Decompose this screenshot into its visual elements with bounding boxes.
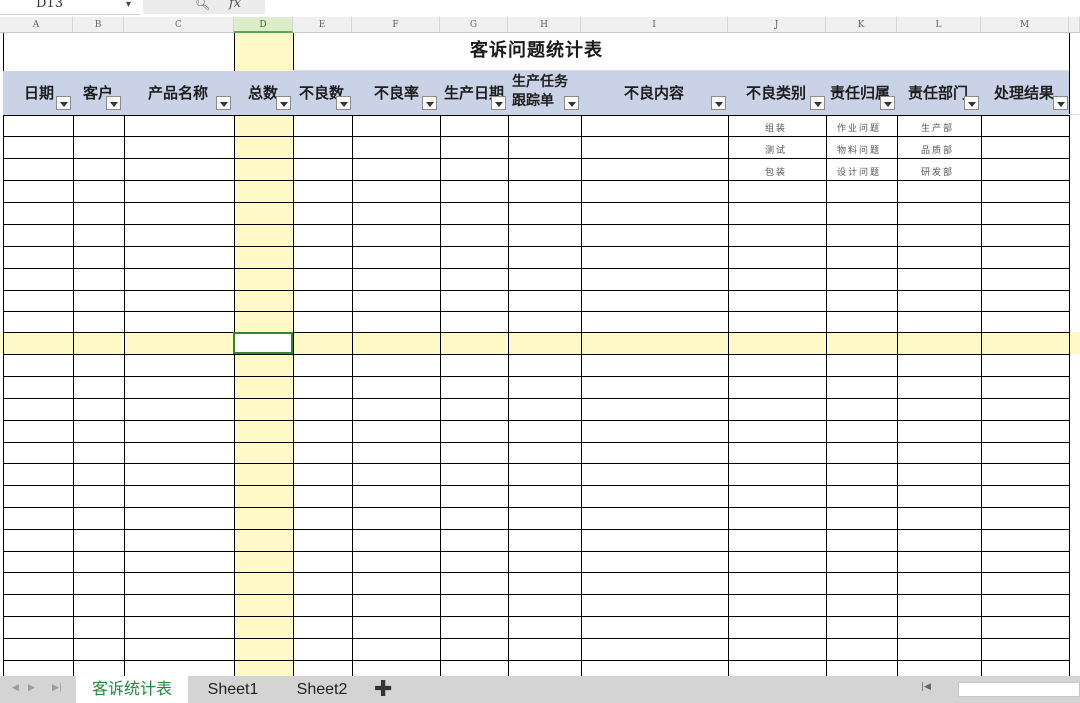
sheet-tab-3[interactable]: Sheet2 xyxy=(277,676,367,703)
column-header-d[interactable]: D xyxy=(234,17,293,33)
row-border xyxy=(3,354,1069,355)
row-border xyxy=(3,507,1069,508)
sheet-tab-2[interactable]: Sheet1 xyxy=(190,676,276,703)
row-border xyxy=(3,638,1069,639)
row-border xyxy=(3,594,1069,595)
row-border xyxy=(3,311,1069,312)
column-border xyxy=(981,71,982,676)
filter-dropdown-icon[interactable] xyxy=(276,96,291,110)
header-label-a: 日期 xyxy=(24,84,55,102)
scroll-left-icon[interactable]: |◀ xyxy=(921,682,931,692)
header-label-f: 不良率 xyxy=(374,84,420,102)
header-label-l: 责任部门 xyxy=(908,84,969,102)
column-border xyxy=(73,71,74,676)
filter-dropdown-icon[interactable] xyxy=(564,96,579,110)
column-header-h[interactable]: H xyxy=(508,17,581,33)
column-border xyxy=(728,71,729,676)
filter-dropdown-icon[interactable] xyxy=(810,96,825,110)
column-border xyxy=(440,71,441,676)
prev-sheet-icon[interactable]: ▶ xyxy=(28,683,35,693)
column-header-g[interactable]: G xyxy=(440,17,508,33)
column-header-i[interactable]: I xyxy=(581,17,728,33)
header-cell-i[interactable]: 不良内容 xyxy=(581,71,728,115)
sheet-tab-bar: ◀ ▶ ▶| 客诉统计表 Sheet1 Sheet2 ✚ |◀ xyxy=(0,676,1080,703)
row-border xyxy=(3,463,1069,464)
row-border xyxy=(3,158,1069,159)
header-label-j: 不良类别 xyxy=(746,84,807,102)
header-label-m: 处理结果 xyxy=(994,84,1055,102)
row-border xyxy=(3,572,1069,573)
row-border xyxy=(3,202,1069,203)
responsibility-item[interactable]: 物料问题 xyxy=(837,143,881,156)
responsibility-item[interactable]: 设计问题 xyxy=(837,165,881,178)
column-border xyxy=(897,71,898,676)
first-sheet-icon[interactable]: ◀ xyxy=(12,683,19,693)
responsibility-item[interactable]: 作业问题 xyxy=(837,121,881,134)
sheet-tab-1[interactable]: 客诉统计表 xyxy=(76,676,188,703)
row-border xyxy=(3,485,1069,486)
row-border xyxy=(3,551,1069,552)
filter-dropdown-icon[interactable] xyxy=(422,96,437,110)
column-header-b[interactable]: B xyxy=(73,17,124,33)
spreadsheet-grid[interactable]: ABCDEFGHIJKLM 客诉问题统计表 日期 客户 产品名称 总数 不良数 不良率 生产… xyxy=(0,0,1080,676)
department-item[interactable]: 品质部 xyxy=(921,143,954,156)
row-border xyxy=(3,268,1069,269)
last-sheet-icon[interactable]: ▶| xyxy=(52,683,62,693)
column-border xyxy=(352,71,353,676)
filter-dropdown-icon[interactable] xyxy=(491,96,506,110)
column-border xyxy=(124,71,125,676)
row-border xyxy=(3,616,1069,617)
selected-row-highlight xyxy=(0,332,1080,354)
row-border xyxy=(3,246,1069,247)
horizontal-scrollbar[interactable] xyxy=(958,682,1080,697)
header-label-c: 产品名称 xyxy=(148,84,209,102)
defect-category-item[interactable]: 包装 xyxy=(765,165,787,178)
column-border xyxy=(581,71,582,676)
row-border xyxy=(3,224,1069,225)
column-header-f[interactable]: F xyxy=(352,17,440,33)
row-border xyxy=(3,290,1069,291)
header-label-i: 不良内容 xyxy=(624,84,685,102)
column-header-l[interactable]: L xyxy=(897,17,981,33)
row-border xyxy=(3,136,1069,137)
filter-dropdown-icon[interactable] xyxy=(336,96,351,110)
filter-dropdown-icon[interactable] xyxy=(216,96,231,110)
row-border xyxy=(3,442,1069,443)
active-cell-d13[interactable] xyxy=(233,332,293,354)
add-sheet-icon[interactable]: ✚ xyxy=(374,676,392,703)
row-border xyxy=(3,660,1069,661)
column-border xyxy=(508,71,509,676)
column-header-k[interactable]: K xyxy=(826,17,897,33)
column-header-filler xyxy=(1069,17,1080,33)
sheet-title[interactable]: 客诉问题统计表 xyxy=(470,36,603,62)
column-border xyxy=(826,71,827,676)
filter-dropdown-icon[interactable] xyxy=(880,96,895,110)
filter-dropdown-icon[interactable] xyxy=(106,96,121,110)
defect-category-item[interactable]: 组装 xyxy=(765,121,787,134)
department-item[interactable]: 研发部 xyxy=(921,165,954,178)
department-item[interactable]: 生产部 xyxy=(921,121,954,134)
column-header-a[interactable]: A xyxy=(0,17,73,33)
column-border xyxy=(1069,33,1070,676)
row-border xyxy=(3,420,1069,421)
row-border xyxy=(3,376,1069,377)
column-header-e[interactable]: E xyxy=(293,17,352,33)
column-header-c[interactable]: C xyxy=(124,17,234,33)
row-border xyxy=(3,529,1069,530)
row-border xyxy=(3,332,1069,333)
row-border xyxy=(3,180,1069,181)
filter-dropdown-icon[interactable] xyxy=(1053,96,1068,110)
column-header-m[interactable]: M xyxy=(981,17,1069,33)
row-border xyxy=(3,398,1069,399)
filter-dropdown-icon[interactable] xyxy=(56,96,71,110)
grid-filler xyxy=(1069,114,1080,115)
column-header-j[interactable]: J xyxy=(728,17,826,33)
filter-dropdown-icon[interactable] xyxy=(964,96,979,110)
defect-category-item[interactable]: 测试 xyxy=(765,143,787,156)
header-label-d: 总数 xyxy=(248,84,279,102)
filter-dropdown-icon[interactable] xyxy=(711,96,726,110)
